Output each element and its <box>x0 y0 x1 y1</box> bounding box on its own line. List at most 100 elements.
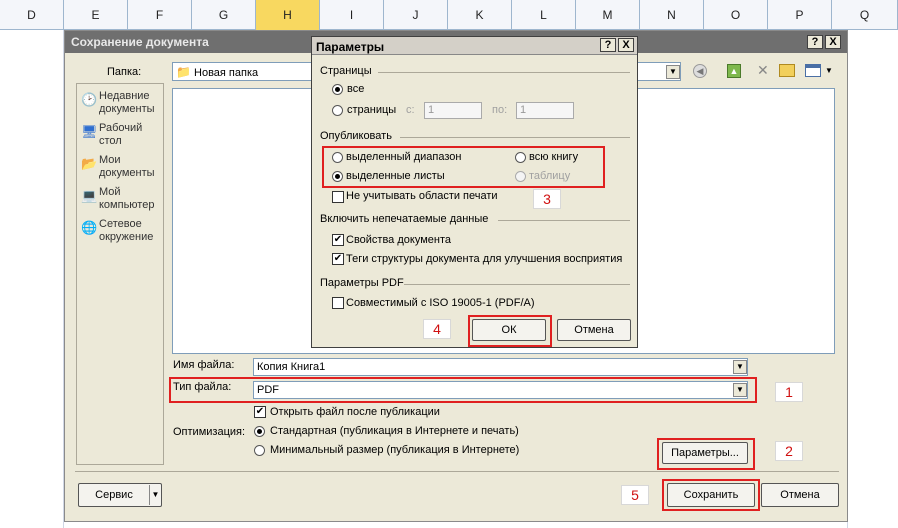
pages-from-spinner[interactable]: 1 <box>424 102 482 119</box>
ignore-print-area-checkbox[interactable] <box>332 191 344 203</box>
network-icon: 🌐 <box>81 220 98 235</box>
place-label: компьютер <box>99 199 155 211</box>
group-separator <box>404 284 630 285</box>
column-header-o[interactable]: O <box>704 0 768 30</box>
places-bar: 🕑 Недавние документы 🖥 Рабочий стол 📂 Мои д… <box>76 83 164 465</box>
callout-1: 1 <box>775 382 803 402</box>
divider <box>75 471 839 472</box>
params-close-button[interactable]: X <box>618 38 634 52</box>
column-header-k[interactable]: K <box>448 0 512 30</box>
ignore-print-area-label: Не учитывать области печати <box>346 190 498 202</box>
folder-label: Папка: <box>107 66 142 78</box>
opt-minimal-label: Минимальный размер (публикация в Интерне… <box>270 444 520 456</box>
column-header-bar: D E F G H I J K L M N O P Q <box>0 0 898 30</box>
struct-tags-label: Теги структуры документа для улучшения в… <box>346 253 623 265</box>
column-header-g[interactable]: G <box>192 0 256 30</box>
open-after-checkbox[interactable]: ✔ <box>254 406 266 418</box>
column-header-d[interactable]: D <box>0 0 64 30</box>
new-folder-icon[interactable] <box>779 64 795 77</box>
save-dialog-title: Сохранение документа <box>71 35 209 49</box>
pdf-group-label: Параметры PDF <box>320 277 404 289</box>
place-my-documents[interactable]: 📂 Мои документы <box>79 154 163 182</box>
back-icon[interactable]: ◀ <box>693 64 707 78</box>
opt-minimal-radio[interactable] <box>254 445 265 456</box>
folder-dropdown-arrow[interactable]: ▼ <box>666 65 680 79</box>
parameters-dialog: Параметры ? X Страницы все страницы с: 1… <box>311 36 638 348</box>
column-header-e[interactable]: E <box>64 0 128 30</box>
column-header-i[interactable]: I <box>320 0 384 30</box>
callout-4: 4 <box>423 319 451 339</box>
service-dropdown-arrow-icon[interactable]: ▼ <box>149 485 161 505</box>
pages-range-radio[interactable] <box>332 105 343 116</box>
iso-compat-checkbox[interactable] <box>332 297 344 309</box>
place-label: Мои <box>99 154 121 166</box>
place-label: Рабочий <box>99 122 143 134</box>
pages-from-label: с: <box>406 104 415 116</box>
highlight-box-parameters <box>657 438 755 470</box>
pages-to-spinner[interactable]: 1 <box>516 102 574 119</box>
highlight-box-save <box>662 479 760 511</box>
publish-group-label: Опубликовать <box>320 130 392 142</box>
doc-properties-label: Свойства документа <box>346 234 451 246</box>
column-header-m[interactable]: M <box>576 0 640 30</box>
callout-3: 3 <box>533 189 561 209</box>
column-header-j[interactable]: J <box>384 0 448 30</box>
opt-standard-radio[interactable] <box>254 426 265 437</box>
nonprint-group-label: Включить непечатаемые данные <box>320 213 489 225</box>
views-dropdown-arrow-icon[interactable]: ▼ <box>825 66 833 75</box>
place-recent-documents[interactable]: 🕑 Недавние документы <box>79 90 163 118</box>
folder-icon: 📁 <box>176 65 191 79</box>
place-label: Недавние <box>99 90 150 102</box>
place-label: Сетевое <box>99 218 142 230</box>
column-header-q[interactable]: Q <box>832 0 898 30</box>
opt-standard-label: Стандартная (публикация в Интернете и пе… <box>270 425 519 437</box>
views-icon[interactable] <box>805 64 821 77</box>
my-computer-icon: 💻 <box>81 188 98 203</box>
my-documents-icon: 📂 <box>81 156 98 171</box>
open-after-label: Открыть файл после публикации <box>270 406 440 418</box>
desktop-icon: 🖥 <box>81 124 98 139</box>
place-label: окружение <box>99 231 154 243</box>
group-separator <box>400 137 630 138</box>
pages-range-label: страницы <box>347 104 397 116</box>
column-header-f[interactable]: F <box>128 0 192 30</box>
group-separator <box>378 72 630 73</box>
place-desktop[interactable]: 🖥 Рабочий стол <box>79 122 163 150</box>
doc-properties-checkbox[interactable]: ✔ <box>332 234 344 246</box>
delete-icon[interactable]: ✕ <box>757 62 769 79</box>
folder-value: Новая папка <box>194 67 259 79</box>
cancel-button[interactable]: Отмена <box>761 483 839 507</box>
place-label: стол <box>99 135 122 147</box>
column-header-n[interactable]: N <box>640 0 704 30</box>
iso-compat-label: Совместимый с ISO 19005-1 (PDF/A) <box>346 297 535 309</box>
place-label: документы <box>99 103 155 115</box>
filename-label: Имя файла: <box>173 359 235 371</box>
place-label: документы <box>99 167 155 179</box>
optimization-label: Оптимизация: <box>173 426 246 438</box>
column-header-l[interactable]: L <box>512 0 576 30</box>
pages-all-radio[interactable] <box>332 84 343 95</box>
pages-to-label: по: <box>492 104 508 116</box>
place-network[interactable]: 🌐 Сетевое окружение <box>79 218 163 246</box>
recent-docs-icon: 🕑 <box>81 92 98 107</box>
struct-tags-checkbox[interactable]: ✔ <box>332 253 344 265</box>
pages-group-label: Страницы <box>320 65 372 77</box>
highlight-box-publish <box>322 146 605 188</box>
column-header-p[interactable]: P <box>768 0 832 30</box>
save-dialog-help-button[interactable]: ? <box>807 35 823 49</box>
column-header-h[interactable]: H <box>256 0 320 30</box>
params-dialog-title: Параметры <box>316 40 385 54</box>
params-help-button[interactable]: ? <box>600 38 616 52</box>
filename-dropdown-arrow[interactable]: ▼ <box>733 360 747 374</box>
filename-input[interactable]: Копия Книга1 <box>253 358 748 376</box>
callout-5: 5 <box>621 485 649 505</box>
params-cancel-button[interactable]: Отмена <box>557 319 631 341</box>
up-folder-icon[interactable]: ▲ <box>727 64 741 78</box>
params-dialog-titlebar[interactable]: Параметры ? X <box>312 37 637 55</box>
callout-2: 2 <box>775 441 803 461</box>
save-dialog-close-button[interactable]: X <box>825 35 841 49</box>
place-my-computer[interactable]: 💻 Мой компьютер <box>79 186 163 214</box>
place-label: Мой <box>99 186 121 198</box>
highlight-box-ok <box>468 315 552 347</box>
pages-all-label: все <box>347 83 365 95</box>
